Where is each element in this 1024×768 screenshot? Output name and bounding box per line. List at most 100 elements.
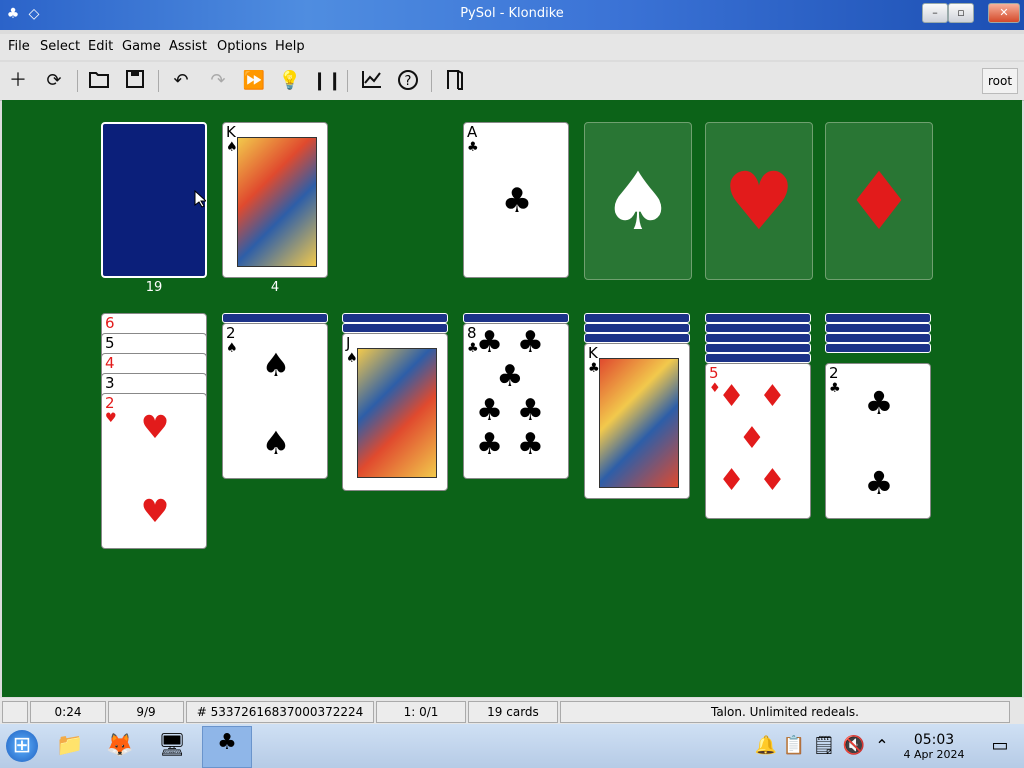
card-rank: 2: [829, 364, 839, 382]
chevron-up-icon[interactable]: ⌃: [866, 730, 898, 762]
status-time: 0:24: [30, 701, 106, 723]
diamond-icon: ♦: [843, 155, 915, 248]
foundation-spades-slot[interactable]: ♠: [584, 122, 692, 280]
clipboard-icon[interactable]: 🗒: [808, 730, 840, 762]
toolbar-separator: [77, 70, 78, 92]
autodrop-icon[interactable]: ⏩: [241, 69, 267, 93]
stock-count: 19: [145, 280, 163, 295]
card-rank: J: [346, 334, 351, 352]
status-moves: 9/9: [108, 701, 184, 723]
tray-app-icon[interactable]: 📋: [778, 730, 810, 762]
face-down-card: [584, 323, 690, 333]
card-suit: ♣: [588, 361, 600, 376]
heart-icon: ♥: [723, 155, 795, 248]
menu-select[interactable]: Select: [40, 39, 80, 54]
status-cards: 19 cards: [468, 701, 558, 723]
start-menu-icon[interactable]: ⊞: [6, 730, 38, 762]
face-down-card: [705, 313, 811, 323]
tableau-card[interactable]: 2 ♥ ♥ ♥: [101, 393, 207, 549]
close-button[interactable]: ✕: [988, 3, 1020, 23]
card-pips: ♣♣ ♣ ♣♣ ♣♣: [476, 325, 558, 462]
menu-game[interactable]: Game: [122, 39, 161, 54]
card-pip: ♣: [864, 464, 894, 502]
card-rank: 2: [226, 324, 236, 342]
tableau-card[interactable]: K ♣: [584, 343, 690, 499]
face-down-card: [584, 313, 690, 323]
show-desktop-icon[interactable]: ▭: [984, 730, 1016, 762]
face-down-card: [705, 343, 811, 353]
help-question-icon[interactable]: ?: [395, 69, 421, 93]
firefox-icon[interactable]: 🦊: [104, 730, 136, 762]
card-pip: ♠: [261, 346, 291, 384]
player-name[interactable]: root: [982, 68, 1018, 94]
menu-file[interactable]: File: [8, 39, 30, 54]
control-panel-icon[interactable]: 🖥: [156, 730, 188, 762]
statistics-chart-icon[interactable]: [359, 69, 385, 93]
status-message: Talon. Unlimited redeals.: [560, 701, 1010, 723]
statusbar: 0:24 9/9 # 53372616837000372224 1: 0/1 1…: [0, 698, 1024, 724]
redo-icon[interactable]: ↷: [205, 69, 231, 93]
window-title: PySol - Klondike: [460, 6, 564, 21]
card-rank: 5: [105, 334, 115, 352]
king-face-illustration: [599, 358, 679, 488]
card-suit: ♣: [467, 140, 479, 155]
file-manager-icon[interactable]: 📁: [54, 730, 86, 762]
mouse-cursor-icon: [194, 189, 208, 208]
face-down-card: [825, 313, 931, 323]
tableau-card[interactable]: 2 ♠ ♠ ♠: [222, 323, 328, 479]
game-table: 19 K ♠ 4 A ♣ ♣ ♠ ♥ ♦ 6 5 4 3 2 ♥ ♥ ♥ 2 ♠…: [2, 100, 1022, 697]
undo-icon[interactable]: ↶: [168, 69, 194, 93]
maximize-button[interactable]: ▫: [948, 3, 974, 23]
card-rank: 4: [105, 354, 115, 372]
tableau-card[interactable]: 5 ♦ ♦♦ ♦ ♦♦: [705, 363, 811, 519]
card-rank: 6: [105, 314, 115, 332]
jack-face-illustration: [357, 348, 437, 478]
card-rank: A: [467, 123, 478, 141]
face-down-card: [825, 343, 931, 353]
card-suit: ♠: [226, 140, 238, 155]
new-game-icon[interactable]: ＋: [5, 69, 31, 93]
face-down-card: [584, 333, 690, 343]
tableau-card[interactable]: 8 ♣ ♣♣ ♣ ♣♣ ♣♣: [463, 323, 569, 479]
foundation-hearts-slot[interactable]: ♥: [705, 122, 813, 280]
card-rank: 3: [105, 374, 115, 392]
king-face-illustration: [237, 137, 317, 267]
card-pip: ♣: [864, 384, 894, 422]
tableau-card[interactable]: J ♠: [342, 333, 448, 491]
menu-edit[interactable]: Edit: [88, 39, 113, 54]
pause-icon[interactable]: ❙❙: [312, 69, 342, 93]
tableau-card[interactable]: 2 ♣ ♣ ♣: [825, 363, 931, 519]
pysol-taskbar-button[interactable]: ♣: [202, 726, 252, 768]
toolbar-separator: [431, 70, 432, 92]
window-titlebar: ♣ ◇ PySol - Klondike – ▫ ✕: [0, 0, 1024, 30]
taskbar-clock[interactable]: 05:03: [898, 732, 970, 748]
quit-door-icon[interactable]: [441, 69, 467, 93]
minimize-button[interactable]: –: [922, 3, 948, 23]
stock-pile[interactable]: [101, 122, 207, 278]
menubar: File Select Edit Game Assist Options Hel…: [0, 34, 1024, 60]
restart-icon[interactable]: ⟳: [41, 69, 67, 93]
save-icon[interactable]: [122, 69, 148, 93]
waste-top-card[interactable]: K ♠: [222, 122, 328, 278]
menu-assist[interactable]: Assist: [169, 39, 207, 54]
card-pip: ♥: [140, 408, 170, 446]
toolbar-separator: [347, 70, 348, 92]
taskbar: ⊞ 📁 🦊 🖥 ♣ 🔔 📋 🗒 🔇 ⌃ ▭: [0, 724, 1024, 768]
waste-count: 4: [270, 280, 280, 295]
card-rank: K: [226, 123, 236, 141]
card-pip: ♥: [140, 492, 170, 530]
face-down-card: [825, 323, 931, 333]
hint-bulb-icon[interactable]: 💡: [277, 69, 303, 93]
foundation-clubs-card[interactable]: A ♣ ♣: [463, 122, 569, 278]
svg-text:?: ?: [405, 74, 412, 89]
status-score: 1: 0/1: [376, 701, 466, 723]
foundation-diamonds-slot[interactable]: ♦: [825, 122, 933, 280]
status-spacer: [2, 701, 28, 723]
card-center-pip: ♣: [501, 181, 533, 221]
menu-options[interactable]: Options: [217, 39, 267, 54]
open-folder-icon[interactable]: [86, 69, 112, 93]
face-down-card: [342, 323, 448, 333]
card-rank: K: [588, 344, 598, 362]
toolbar: ＋ ⟳ ↶ ↷ ⏩ 💡 ❙❙ ? root: [0, 62, 1024, 101]
menu-help[interactable]: Help: [275, 39, 305, 54]
